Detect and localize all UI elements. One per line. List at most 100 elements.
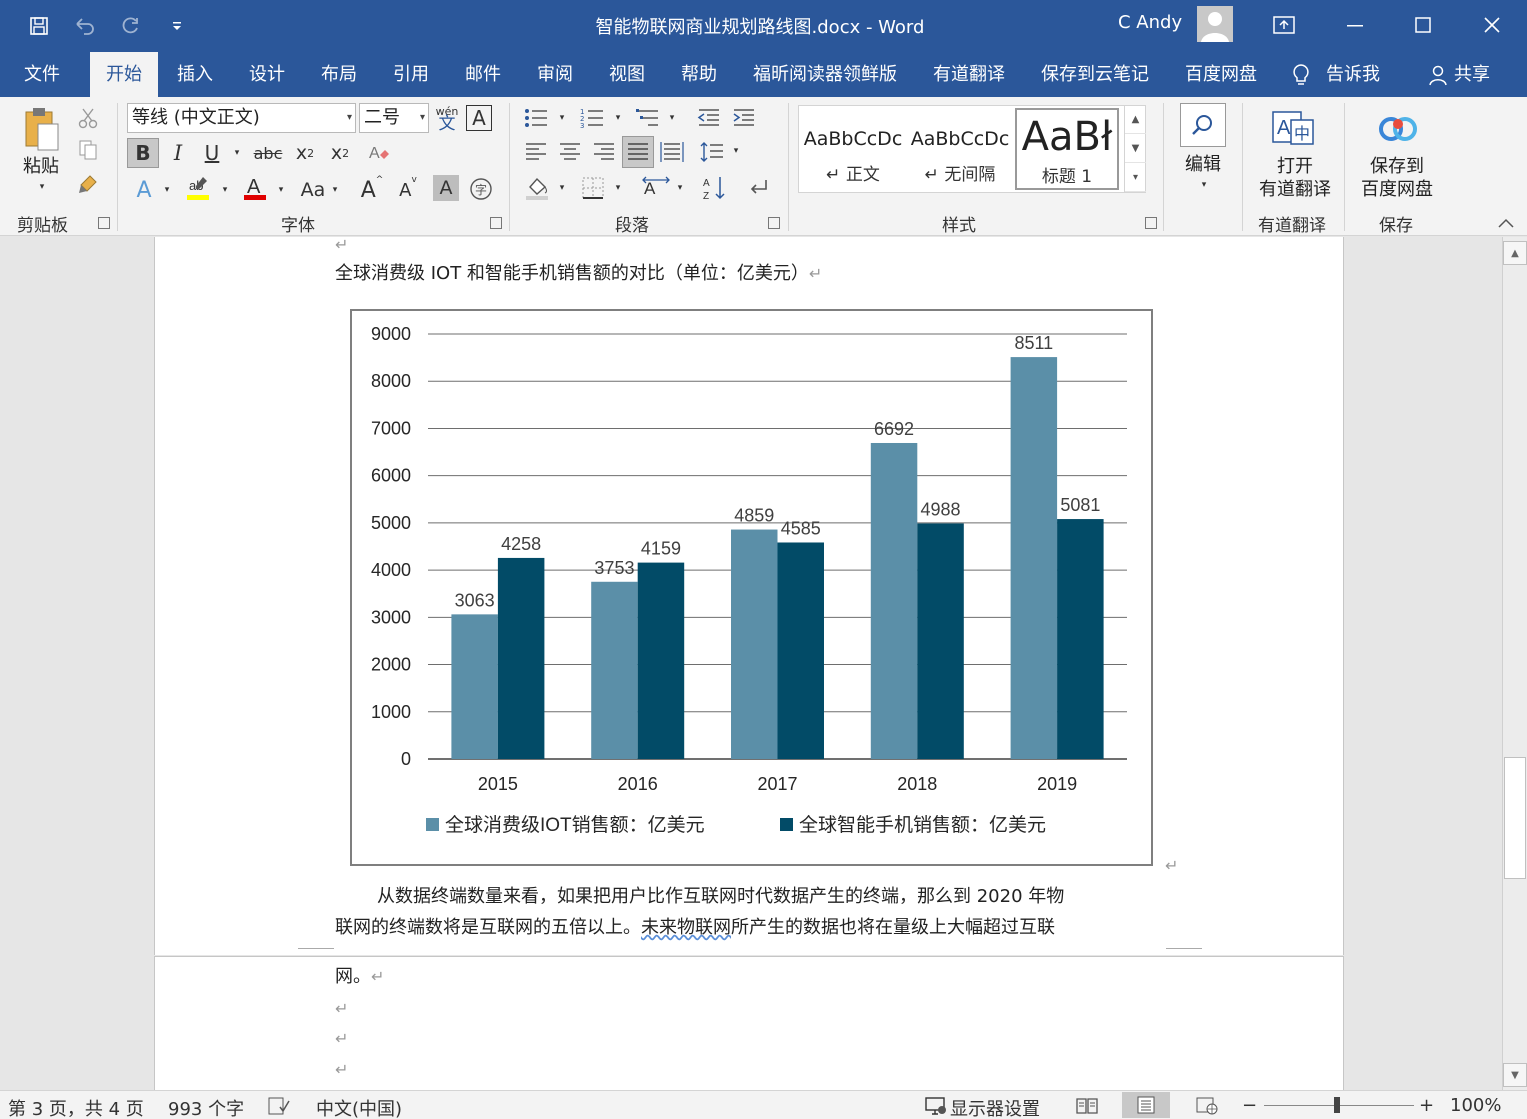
underline-button[interactable]: U: [198, 138, 226, 168]
superscript-button[interactable]: x2: [325, 138, 355, 168]
collapse-ribbon-icon[interactable]: [1496, 215, 1516, 231]
save-to-baidu-button[interactable]: 保存到 百度网盘: [1357, 155, 1437, 201]
increase-indent-icon[interactable]: [730, 105, 758, 131]
chevron-down-icon[interactable]: ▾: [730, 144, 742, 158]
page-count[interactable]: 第 3 页，共 4 页: [8, 1095, 144, 1119]
tab-file[interactable]: 文件: [24, 52, 60, 97]
chevron-down-icon[interactable]: ▾: [230, 145, 244, 161]
chevron-down-icon[interactable]: ▾: [674, 181, 686, 195]
paste-label[interactable]: 粘贴: [18, 155, 64, 178]
align-center-icon[interactable]: [556, 138, 584, 166]
character-shading-icon[interactable]: A: [433, 175, 459, 201]
print-layout-icon[interactable]: [1122, 1092, 1170, 1118]
proofing-icon[interactable]: [268, 1097, 290, 1119]
show-formatting-marks-icon[interactable]: [742, 173, 772, 203]
text-effects-icon[interactable]: A: [130, 175, 158, 205]
chevron-down-icon[interactable]: ▼: [1125, 134, 1146, 163]
shrink-font-button[interactable]: Av: [394, 175, 422, 205]
align-left-icon[interactable]: [522, 138, 550, 166]
search-icon[interactable]: [1180, 103, 1226, 147]
scroll-down-icon[interactable]: ▼: [1503, 1063, 1527, 1087]
tab-youdao[interactable]: 有道翻译: [933, 52, 1005, 97]
vertical-scrollbar[interactable]: ▲ ▼: [1502, 237, 1527, 1090]
document-page[interactable]: ↵ 全球消费级 IOT 和智能手机销售额的对比（单位：亿美元）↵ 0 1000 20…: [154, 237, 1344, 960]
chevron-down-icon[interactable]: ▾: [556, 111, 568, 125]
cut-icon[interactable]: [74, 105, 102, 131]
chinese-layout-icon[interactable]: A: [640, 173, 672, 203]
web-layout-icon[interactable]: [1196, 1097, 1218, 1119]
clear-formatting-icon[interactable]: A: [365, 138, 393, 168]
format-painter-icon[interactable]: [74, 171, 102, 197]
tab-view[interactable]: 视图: [609, 52, 645, 97]
avatar[interactable]: [1197, 6, 1233, 42]
style-normal[interactable]: AaBbCcDc ↵ 正文: [801, 108, 905, 190]
bold-button[interactable]: B: [127, 138, 159, 168]
zoom-in-button[interactable]: +: [1419, 1095, 1434, 1116]
line-spacing-icon[interactable]: [698, 138, 726, 166]
character-border-icon[interactable]: A: [466, 105, 492, 131]
word-count[interactable]: 993 个字: [168, 1095, 244, 1119]
chevron-down-icon[interactable]: ▾: [1197, 179, 1211, 191]
font-name-combo[interactable]: 等线 (中文正文) ▾: [127, 103, 356, 133]
tab-baidu-netdisk[interactable]: 百度网盘: [1185, 52, 1257, 97]
more-styles-icon[interactable]: ▾: [1125, 163, 1146, 192]
sort-icon[interactable]: AZ: [700, 173, 730, 203]
baidu-netdisk-icon[interactable]: [1374, 109, 1422, 149]
chevron-down-icon[interactable]: ▾: [556, 181, 568, 195]
font-launcher-icon[interactable]: [490, 217, 502, 229]
minimize-icon[interactable]: [1337, 8, 1373, 42]
zoom-slider-thumb[interactable]: [1334, 1097, 1340, 1113]
sales-bar-chart[interactable]: 0 1000 2000 3000 4000 5000 6000 7000 8000 9000 306…: [350, 309, 1153, 866]
tab-review[interactable]: 审阅: [537, 52, 573, 97]
display-settings-icon[interactable]: [925, 1097, 947, 1119]
tell-me-search[interactable]: 告诉我: [1292, 52, 1380, 97]
open-youdao-button[interactable]: 打开 有道翻译: [1255, 155, 1335, 201]
chevron-down-icon[interactable]: ▾: [274, 182, 288, 198]
chevron-down-icon[interactable]: ▾: [347, 104, 352, 132]
save-icon[interactable]: [24, 12, 54, 40]
zoom-level[interactable]: 100%: [1450, 1095, 1501, 1116]
share-button[interactable]: 共享: [1428, 52, 1490, 97]
distributed-icon[interactable]: [658, 138, 686, 166]
tab-home[interactable]: 开始: [90, 52, 158, 97]
chevron-up-icon[interactable]: ▲: [1125, 105, 1146, 134]
decrease-indent-icon[interactable]: [695, 105, 723, 131]
scrollbar-thumb[interactable]: [1504, 757, 1526, 879]
ribbon-display-options-icon[interactable]: [1266, 8, 1302, 42]
paste-dropdown-icon[interactable]: ▾: [34, 181, 50, 193]
youdao-translate-icon[interactable]: A中: [1270, 109, 1318, 149]
enclose-characters-icon[interactable]: 字: [467, 175, 495, 203]
maximize-icon[interactable]: [1405, 8, 1441, 42]
chevron-down-icon[interactable]: ▾: [612, 111, 624, 125]
tab-insert[interactable]: 插入: [177, 52, 213, 97]
close-icon[interactable]: [1474, 8, 1510, 42]
redo-icon[interactable]: [116, 12, 146, 40]
user-name[interactable]: C Andy: [1118, 12, 1182, 33]
tab-cloud-notes[interactable]: 保存到云笔记: [1041, 52, 1149, 97]
clipboard-launcher-icon[interactable]: [98, 217, 110, 229]
chevron-down-icon[interactable]: ▾: [160, 182, 174, 198]
numbering-icon[interactable]: 123: [578, 105, 606, 131]
display-settings-label[interactable]: 显示器设置: [950, 1095, 1040, 1119]
styles-launcher-icon[interactable]: [1145, 217, 1157, 229]
borders-icon[interactable]: [578, 173, 608, 203]
tab-foxit-reader[interactable]: 福昕阅读器领鲜版: [753, 52, 897, 97]
chevron-down-icon[interactable]: ▾: [328, 182, 342, 198]
zoom-out-button[interactable]: −: [1242, 1095, 1257, 1116]
italic-button[interactable]: I: [164, 138, 192, 168]
customize-qat-icon[interactable]: [162, 12, 192, 40]
style-no-spacing[interactable]: AaBbCcDc ↵ 无间隔: [908, 108, 1012, 190]
font-color-icon[interactable]: A: [240, 173, 270, 203]
paste-icon[interactable]: [20, 105, 64, 155]
chevron-down-icon[interactable]: ▾: [218, 182, 232, 198]
phonetic-guide-button[interactable]: wén 文: [434, 103, 460, 133]
language-indicator[interactable]: 中文(中国): [316, 1095, 402, 1119]
font-size-combo[interactable]: 二号 ▾: [359, 103, 429, 133]
copy-icon[interactable]: [74, 137, 102, 163]
chevron-down-icon[interactable]: ▾: [612, 181, 624, 195]
tab-layout[interactable]: 布局: [321, 52, 357, 97]
highlight-color-icon[interactable]: ab: [183, 173, 213, 203]
subscript-button[interactable]: x2: [290, 138, 320, 168]
editing-button[interactable]: 编辑: [1178, 153, 1228, 176]
justify-icon[interactable]: [622, 136, 654, 168]
